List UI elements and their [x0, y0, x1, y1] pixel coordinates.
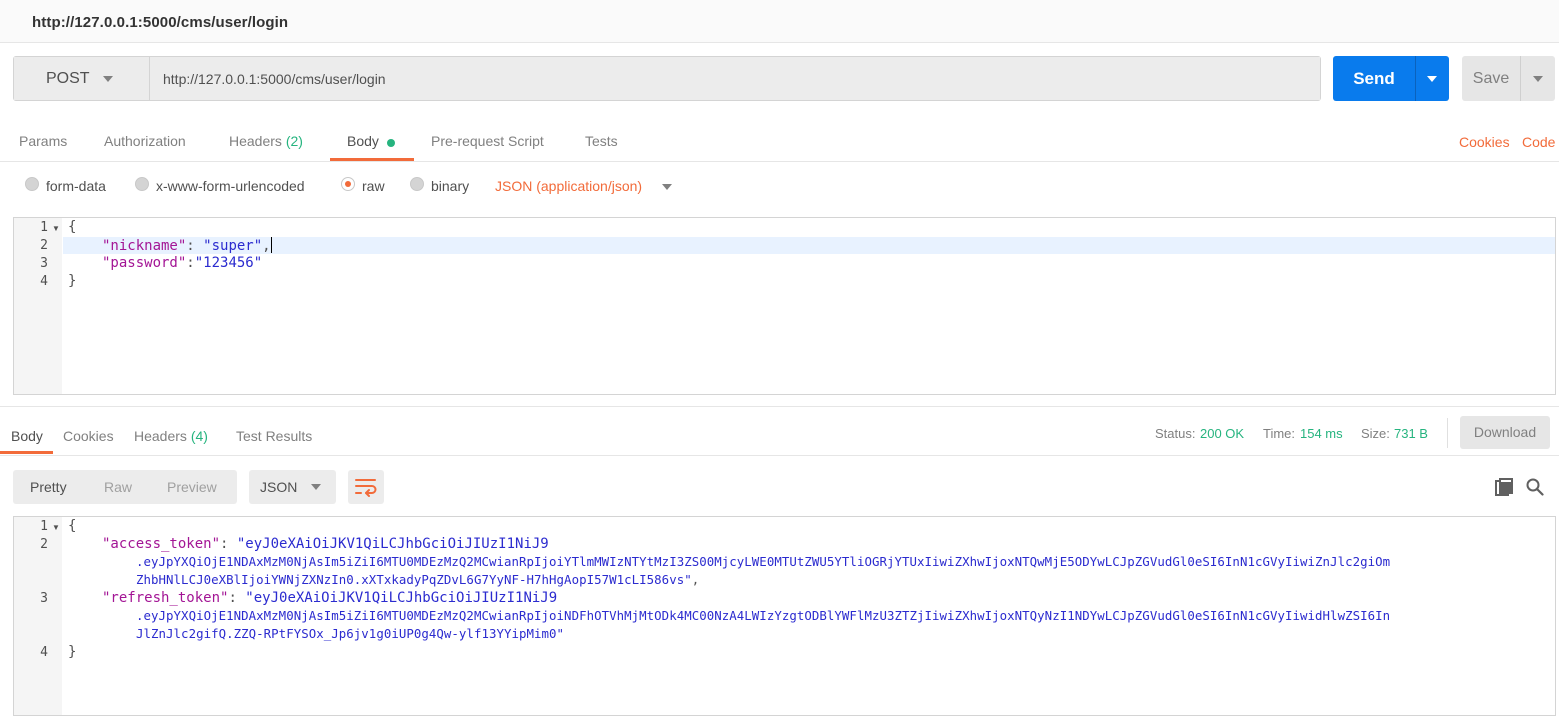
response-tab-headers-count: (4) [190, 428, 208, 444]
radio-raw[interactable] [341, 177, 355, 191]
active-line-highlight [63, 237, 1555, 254]
response-tab-headers-label: Headers [134, 428, 187, 444]
status-label: Status: [1155, 426, 1196, 441]
chevron-down-icon [1533, 76, 1543, 82]
radio-label-binary[interactable]: binary [431, 178, 469, 194]
code-line: { [68, 518, 77, 534]
request-bar: POST [13, 56, 1321, 101]
code-line: .eyJpYXQiOjE1NDAxMzM0NjAsIm5iZiI6MTU0MDE… [136, 554, 1391, 569]
section-divider [0, 406, 1559, 407]
radio-form-data[interactable] [25, 177, 39, 191]
chevron-down-icon [1427, 76, 1437, 82]
cookies-link[interactable]: Cookies [1459, 134, 1510, 150]
active-tab-indicator [0, 451, 53, 454]
code-line: } [68, 273, 77, 289]
view-pretty-button[interactable]: Pretty [30, 479, 67, 495]
tab-authorization[interactable]: Authorization [104, 133, 186, 149]
method-select[interactable]: POST [14, 57, 150, 100]
json-key: "refresh_token" [102, 590, 229, 606]
copy-icon[interactable] [1495, 478, 1515, 501]
download-button[interactable]: Download [1460, 416, 1550, 449]
code-line: "nickname": "super", [102, 237, 272, 254]
radio-label-form-data[interactable]: form-data [46, 178, 106, 194]
search-icon[interactable] [1526, 478, 1544, 501]
response-tab-body[interactable]: Body [11, 428, 43, 444]
body-indicator-dot [387, 139, 395, 147]
view-raw-button[interactable]: Raw [104, 479, 132, 495]
response-tab-test-results[interactable]: Test Results [236, 428, 312, 444]
response-tab-cookies[interactable]: Cookies [63, 428, 114, 444]
chevron-down-icon[interactable] [662, 184, 672, 190]
view-preview-button[interactable]: Preview [167, 479, 217, 495]
divider [1447, 418, 1448, 448]
code-line: } [68, 644, 77, 660]
tab-body[interactable]: Body [347, 133, 379, 149]
line-number: 1 [40, 220, 48, 235]
line-number: 4 [40, 274, 48, 289]
request-tab-title[interactable]: http://127.0.0.1:5000/cms/user/login [32, 14, 288, 31]
code-line: "refresh_token": "eyJ0eXAiOiJKV1QiLCJhbG… [102, 590, 558, 606]
tab-headers-label: Headers [229, 133, 282, 149]
code-line: JlZnJlc2gifQ.ZZQ-RPtFYSOx_Jp6jv1g0iUP0g4… [136, 626, 565, 641]
request-body-editor[interactable]: 1 ▼ 2 3 4 { "nickname": "super", "passwo… [13, 217, 1556, 395]
fold-arrow-icon[interactable]: ▼ [52, 224, 60, 233]
divider [0, 161, 1559, 162]
format-label: JSON [260, 479, 298, 495]
response-tab-headers[interactable]: Headers (4) [134, 428, 208, 444]
chevron-down-icon [311, 484, 321, 490]
json-key: "password" [102, 255, 187, 271]
line-number: 2 [40, 537, 48, 552]
json-key: "nickname" [102, 238, 187, 254]
fold-arrow-icon[interactable]: ▼ [52, 523, 60, 532]
radio-x-www-form-urlencoded[interactable] [135, 177, 149, 191]
code-line: ZhbHNlLCJ0eXBlIjoiYWNjZXNzIn0.xXTxkadyPq… [136, 572, 700, 587]
divider [0, 455, 1559, 456]
radio-binary[interactable] [410, 177, 424, 191]
radio-label-x-www-form-urlencoded[interactable]: x-www-form-urlencoded [156, 178, 305, 194]
send-button[interactable]: Send [1333, 56, 1415, 101]
line-number: 1 [40, 519, 48, 534]
save-button[interactable]: Save [1462, 56, 1520, 101]
status-value[interactable]: 200 OK [1200, 426, 1244, 441]
tab-pre-request-script[interactable]: Pre-request Script [431, 133, 544, 149]
code-line: "password":"123456" [102, 255, 263, 271]
json-string: "eyJ0eXAiOiJKV1QiLCJhbGciOiJIUzI1NiJ9 [236, 536, 549, 552]
format-select[interactable]: JSON [249, 470, 336, 504]
send-options-button[interactable] [1415, 56, 1449, 101]
tab-params[interactable]: Params [19, 133, 67, 149]
json-key: "access_token" [102, 536, 221, 552]
method-label: POST [46, 70, 90, 87]
time-value[interactable]: 154 ms [1300, 426, 1343, 441]
size-label: Size: [1361, 426, 1390, 441]
line-number: 3 [40, 591, 48, 606]
title-bar: http://127.0.0.1:5000/cms/user/login [0, 0, 1559, 43]
code-line: "access_token": "eyJ0eXAiOiJKV1QiLCJhbGc… [102, 536, 549, 552]
response-body-viewer[interactable]: 1 ▼ 2 3 4 { "access_token": "eyJ0eXAiOiJ… [13, 516, 1556, 716]
text-cursor [270, 237, 272, 253]
code-line: { [68, 219, 77, 235]
tab-tests[interactable]: Tests [585, 133, 618, 149]
tab-headers[interactable]: Headers (2) [229, 133, 303, 149]
content-type-select[interactable]: JSON (application/json) [495, 178, 642, 194]
line-number: 2 [40, 238, 48, 253]
wrap-lines-button[interactable] [348, 470, 384, 504]
radio-label-raw[interactable]: raw [362, 178, 385, 194]
view-mode-group: Pretty Raw Preview [13, 470, 237, 504]
size-value[interactable]: 731 B [1394, 426, 1428, 441]
wrap-lines-icon [355, 479, 377, 497]
tab-headers-count: (2) [285, 133, 303, 149]
chevron-down-icon [103, 76, 113, 82]
time-label: Time: [1263, 426, 1296, 441]
code-link[interactable]: Code [1522, 134, 1555, 150]
line-number: 3 [40, 256, 48, 271]
code-line: .eyJpYXQiOjE1NDAxMzM0NjAsIm5iZiI6MTU0MDE… [136, 608, 1391, 623]
line-number: 4 [40, 645, 48, 660]
save-options-button[interactable] [1520, 56, 1555, 101]
json-string: "123456" [194, 255, 263, 271]
json-string: "eyJ0eXAiOiJKV1QiLCJhbGciOiJIUzI1NiJ9 [245, 590, 558, 606]
url-input[interactable] [151, 57, 1320, 100]
json-string: "super" [203, 238, 263, 254]
